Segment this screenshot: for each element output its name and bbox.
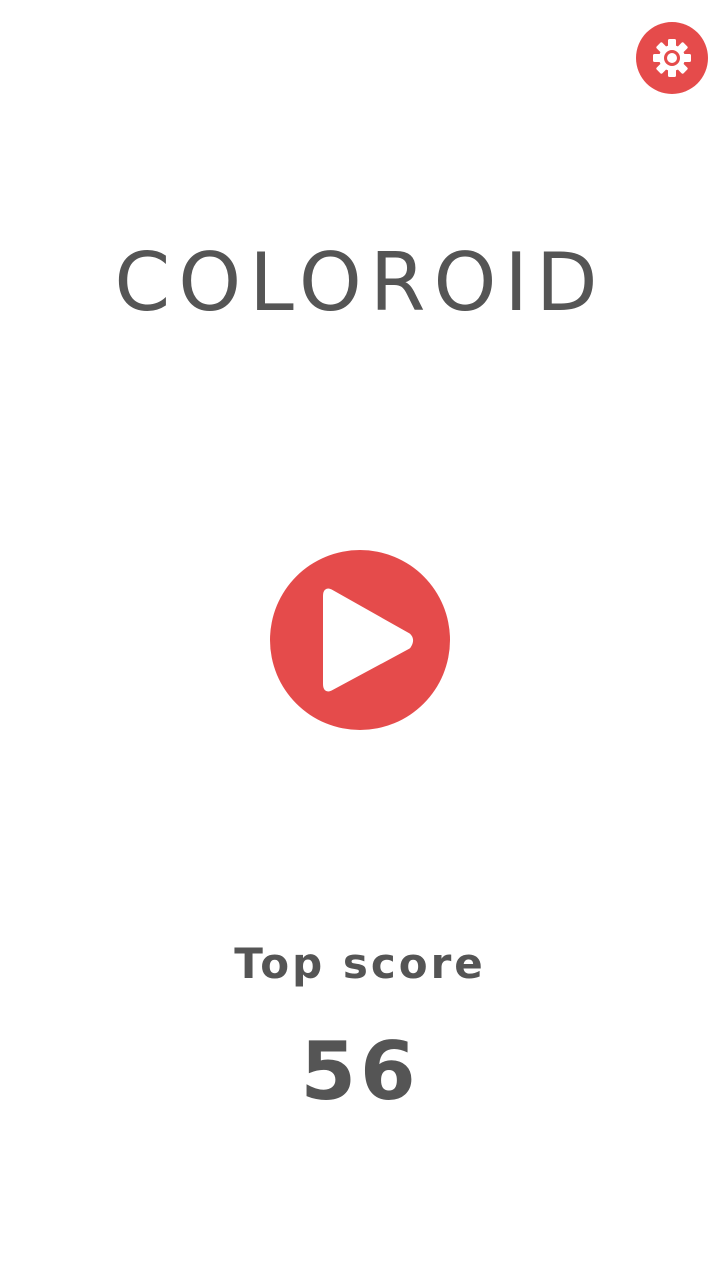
settings-button[interactable] <box>636 22 708 94</box>
top-score-label: Top score <box>234 939 486 988</box>
gear-icon <box>650 36 694 80</box>
play-button[interactable] <box>270 550 450 730</box>
top-score-value: 56 <box>300 1025 420 1118</box>
game-title: COLOROID <box>114 236 606 329</box>
main-menu-screen: COLOROID Top score 56 <box>0 0 720 1280</box>
